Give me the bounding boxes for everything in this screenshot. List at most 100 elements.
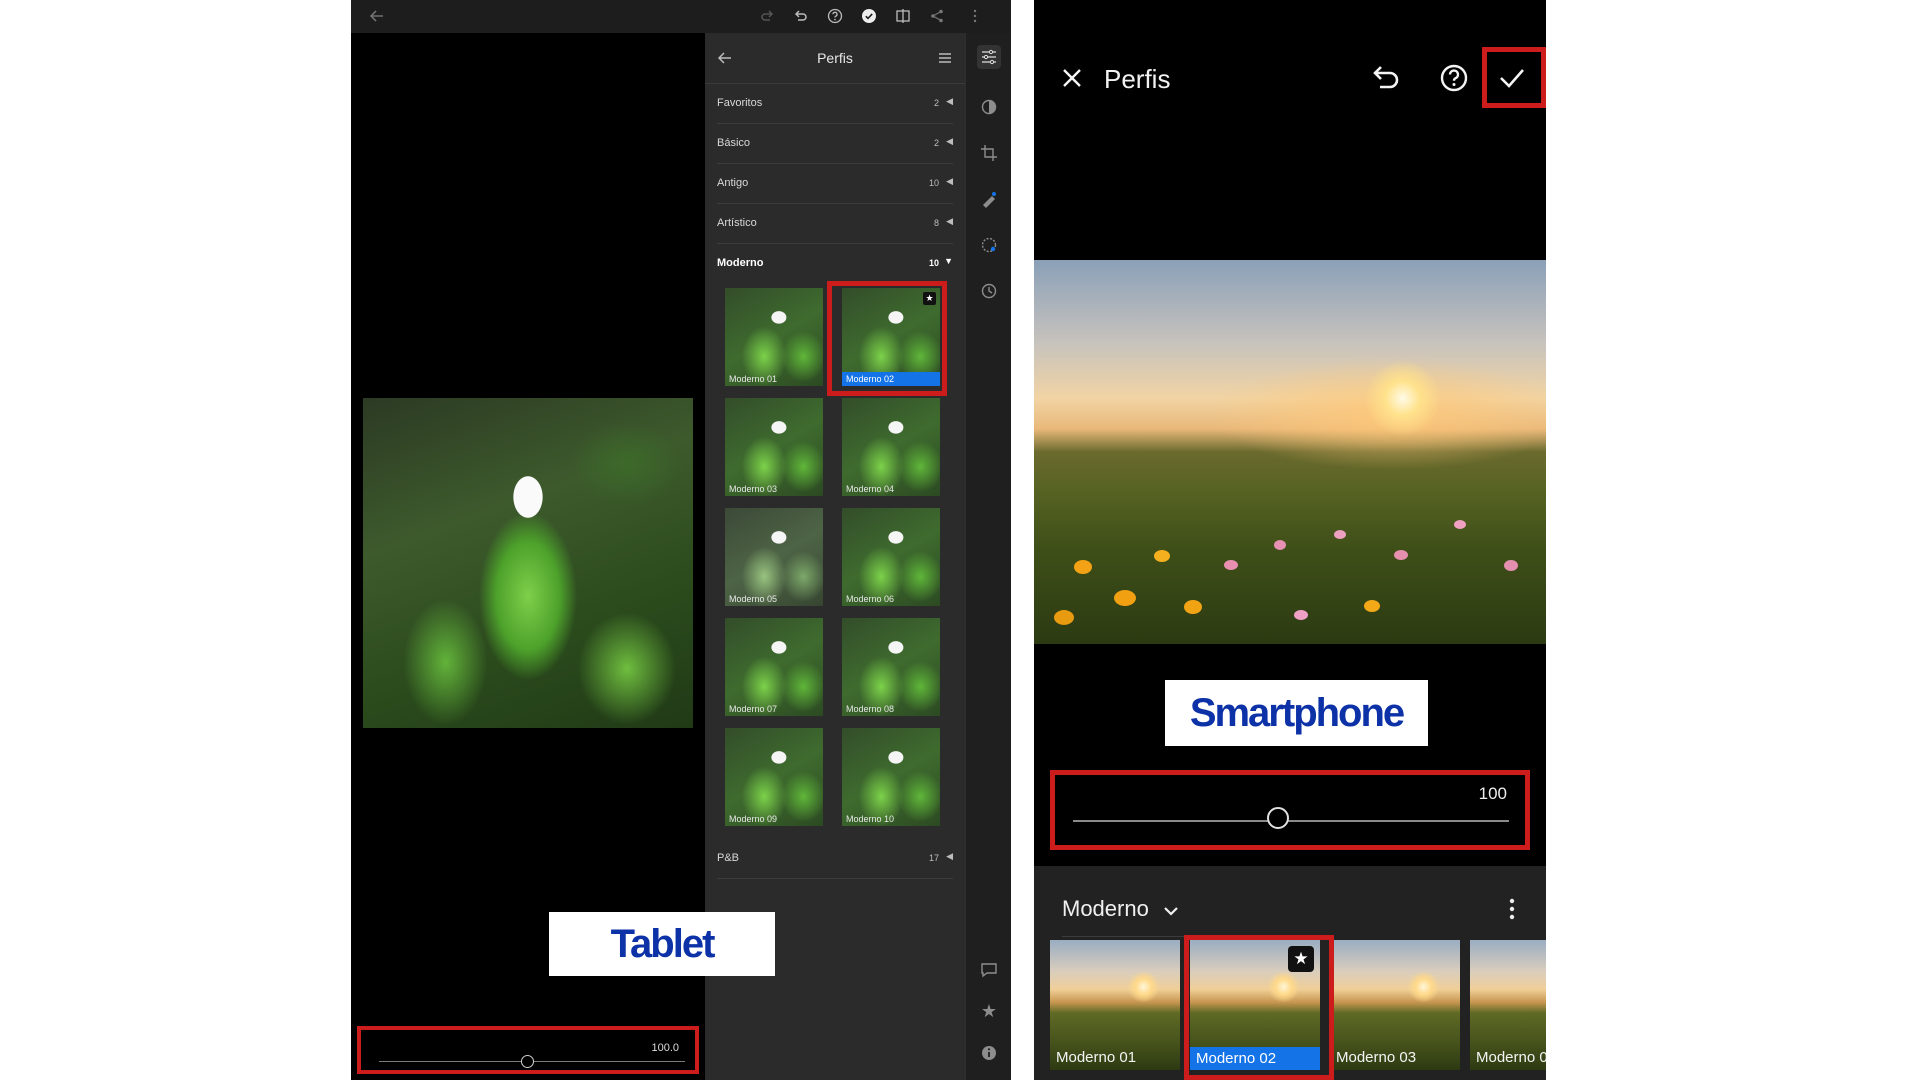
mask-icon[interactable] (977, 95, 1001, 119)
flower-mark (1224, 560, 1238, 570)
tablet-caption: Tablet (549, 912, 775, 976)
star-icon[interactable]: ★ (977, 999, 1001, 1023)
help-icon[interactable] (1438, 62, 1470, 94)
category-label: Moderno (717, 257, 764, 269)
thumbnail-label: Moderno 03 (1336, 1049, 1417, 1066)
chevron-left-icon: ◀ (946, 176, 953, 186)
category-label: Artístico (717, 217, 757, 229)
tablet-selected-highlight-box (827, 281, 947, 396)
slider-value: 100 (1478, 784, 1507, 803)
more-icon[interactable] (963, 4, 987, 28)
flower-mark (1114, 590, 1136, 606)
profile-thumbnail[interactable]: Moderno 01 (1050, 940, 1180, 1070)
flower-mark (1294, 610, 1308, 620)
chevron-left-icon: ◀ (946, 96, 953, 106)
more-icon[interactable] (1500, 894, 1524, 924)
smartphone-screen: Perfis 100 Moderno Moderno 01 ★ Moderno … (1034, 0, 1546, 1080)
undo-icon[interactable] (1366, 60, 1402, 96)
check-icon[interactable] (857, 4, 881, 28)
flower-mark (1184, 600, 1202, 614)
healing-icon[interactable] (977, 187, 1001, 211)
confirm-highlight-box (1482, 47, 1546, 108)
category-label: Antigo (717, 177, 749, 189)
menu-icon[interactable] (933, 46, 957, 70)
crop-icon[interactable] (977, 141, 1001, 165)
flower-mark (1154, 550, 1170, 562)
slider-knob[interactable] (1267, 807, 1289, 829)
compare-icon[interactable] (891, 4, 915, 28)
undo-icon[interactable] (789, 4, 813, 28)
chevron-down-icon: ▼ (944, 256, 953, 266)
thumbnail-label: Moderno 01 (729, 374, 778, 384)
slider-track[interactable] (1073, 820, 1509, 822)
chevron-left-icon: ◀ (946, 136, 953, 146)
thumbnail-label: Moderno 06 (846, 594, 895, 604)
category-basico[interactable]: Básico 2 ◀ (717, 123, 953, 164)
chevron-left-icon: ◀ (946, 216, 953, 226)
category-artistico[interactable]: Artístico 8 ◀ (717, 203, 953, 244)
category-moderno[interactable]: Moderno 10 ▼ (717, 243, 953, 283)
slider-knob[interactable] (521, 1055, 534, 1068)
category-dropdown[interactable]: Moderno (1062, 896, 1298, 937)
edit-sliders-icon[interactable] (977, 45, 1001, 69)
flower-mark (1364, 600, 1380, 612)
thumbnail-label: Moderno 07 (729, 704, 778, 714)
profile-thumbnail[interactable]: Moderno 09 (725, 728, 823, 826)
profile-thumbnail[interactable]: Moderno 0 (1470, 940, 1546, 1070)
profile-thumbnail[interactable]: Moderno 03 (1330, 940, 1460, 1070)
flower-mark (1054, 610, 1074, 625)
profile-thumbnail[interactable]: Moderno 08 (842, 618, 940, 716)
category-count: 8 (933, 218, 939, 228)
tablet-photo-preview (363, 398, 693, 728)
chevron-down-icon (1163, 897, 1179, 923)
category-count: 17 (928, 853, 939, 863)
profile-thumbnail[interactable]: Moderno 04 (842, 398, 940, 496)
category-count: 2 (933, 138, 939, 148)
profiles-panel-header: Perfis (705, 33, 965, 84)
category-pb[interactable]: P&B 17 ◀ (717, 838, 953, 879)
history-icon[interactable] (977, 279, 1001, 303)
slider-value: 100.0 (651, 1042, 679, 1054)
tablet-tool-rail: ★ (965, 33, 1011, 1080)
smartphone-caption: Smartphone (1165, 680, 1428, 746)
tablet-intensity-slider[interactable]: 100.0 (357, 1026, 699, 1074)
category-favoritos[interactable]: Favoritos 2 ◀ (717, 83, 953, 124)
presets-icon[interactable] (977, 233, 1001, 257)
flower-mark (1334, 530, 1346, 539)
profile-thumbnail[interactable]: Moderno 07 (725, 618, 823, 716)
profile-thumbnail[interactable]: Moderno 06 (842, 508, 940, 606)
page-title: Perfis (1104, 64, 1171, 94)
smartphone-selected-highlight-box (1184, 935, 1334, 1080)
share-icon[interactable] (925, 4, 949, 28)
tablet-top-toolbar (351, 0, 1011, 33)
comment-icon[interactable] (977, 958, 1001, 982)
thumbnail-label: Moderno 04 (846, 484, 895, 494)
category-label: Moderno (1062, 896, 1149, 921)
thumbnail-label: Moderno 03 (729, 484, 778, 494)
flower-mark (1454, 520, 1466, 529)
profile-thumbnail[interactable]: Moderno 03 (725, 398, 823, 496)
profile-thumbnail[interactable]: Moderno 05 (725, 508, 823, 606)
profile-thumbnail[interactable]: Moderno 10 (842, 728, 940, 826)
smartphone-photo-preview (1034, 260, 1546, 644)
thumbnail-label: Moderno 05 (729, 594, 778, 604)
flower-mark (1394, 550, 1408, 560)
category-count: 10 (928, 178, 939, 188)
category-label: Básico (717, 137, 751, 149)
thumbnail-label: Moderno 09 (729, 814, 778, 824)
category-label: Favoritos (717, 97, 763, 109)
back-arrow-icon[interactable] (365, 4, 389, 28)
thumbnail-label: Moderno 0 (1476, 1049, 1546, 1066)
profiles-panel-title: Perfis (817, 50, 853, 66)
flower-mark (1274, 540, 1286, 550)
flower-mark (1074, 560, 1092, 574)
smartphone-intensity-slider[interactable]: 100 (1050, 770, 1530, 850)
category-antigo[interactable]: Antigo 10 ◀ (717, 163, 953, 204)
help-icon[interactable] (823, 4, 847, 28)
info-icon[interactable] (977, 1041, 1001, 1065)
profile-thumbnail[interactable]: Moderno 01 (725, 288, 823, 386)
close-icon[interactable] (1056, 62, 1088, 94)
chevron-left-icon: ◀ (946, 851, 953, 861)
redo-icon[interactable] (755, 4, 779, 28)
category-count: 10 (928, 258, 939, 268)
